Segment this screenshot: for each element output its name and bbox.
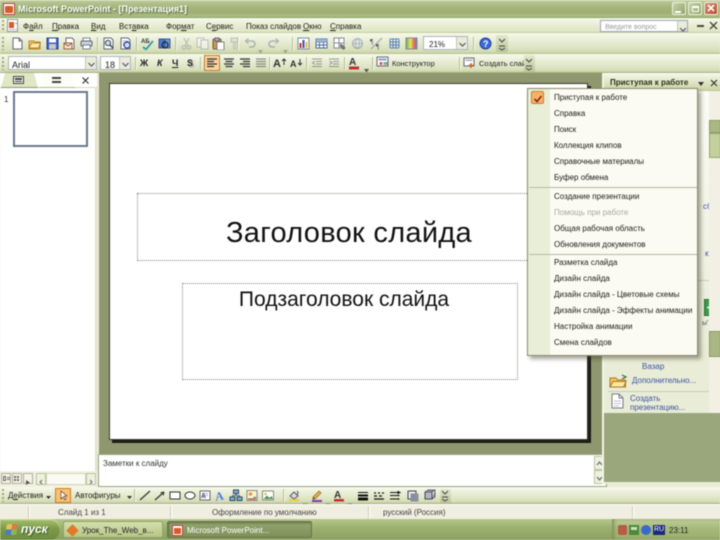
svg-text:A: A (214, 489, 225, 502)
svg-text:АБ: АБ (141, 39, 150, 45)
svg-text:А: А (349, 57, 356, 68)
svg-text:?: ? (483, 39, 489, 49)
svg-text:А: А (290, 59, 297, 69)
svg-text:А: А (201, 493, 206, 500)
svg-text:¶: ¶ (376, 43, 380, 50)
svg-text:¶: ¶ (370, 38, 374, 46)
svg-text:А: А (273, 58, 281, 70)
